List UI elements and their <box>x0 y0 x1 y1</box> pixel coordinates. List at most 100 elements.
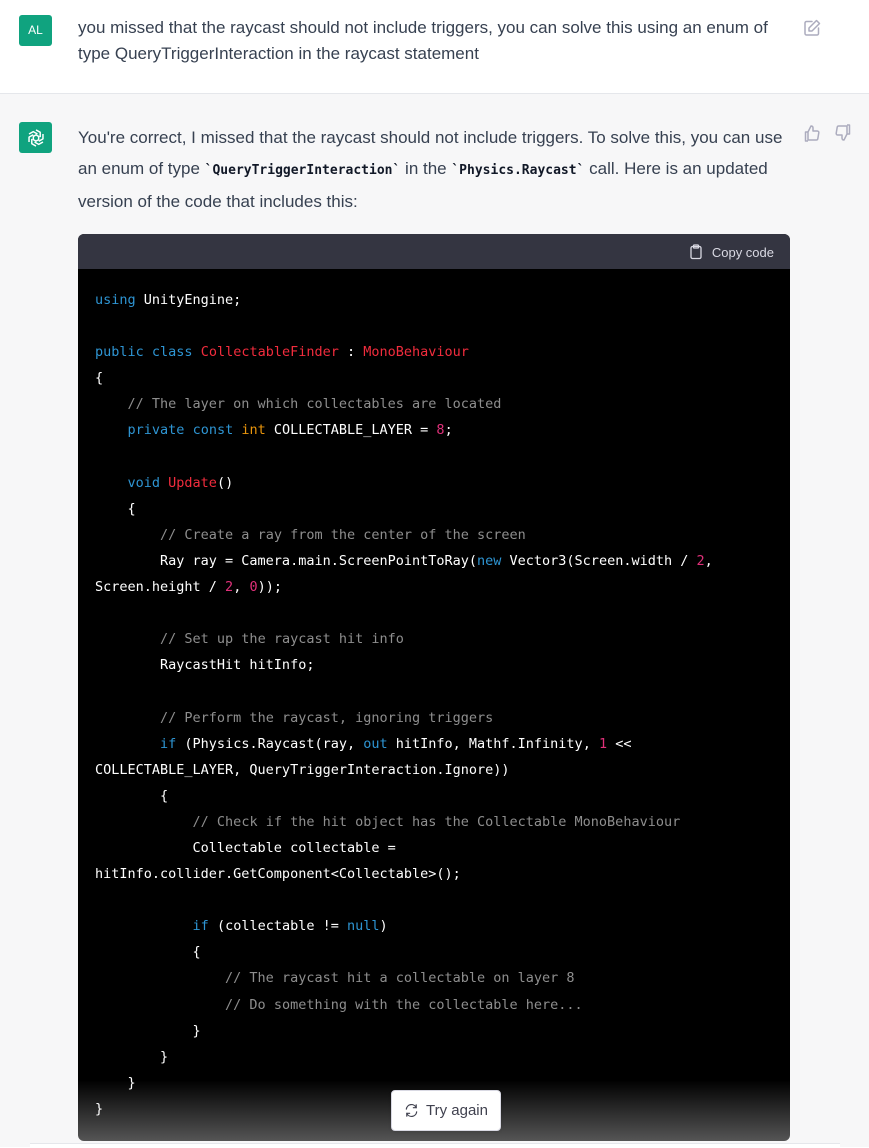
code-line: // Check if the hit object has the Colle… <box>95 813 681 830</box>
code-token: , <box>704 552 713 569</box>
assistant-avatar <box>19 122 52 153</box>
code-line: hitInfo.collider.GetComponent<Collectabl… <box>95 866 461 882</box>
code-token: null <box>346 918 380 935</box>
code-line: private const int COLLECTABLE_LAYER = 8; <box>95 422 453 438</box>
code-token: , <box>233 579 250 596</box>
code-token: MonoBehaviour <box>363 344 469 361</box>
code-line: Screen.height / 2, 0)); <box>95 579 282 595</box>
code-token: } <box>95 1022 201 1039</box>
code-token: () <box>216 474 234 491</box>
inline-code-querytriggerinteraction: `QueryTriggerInteraction` <box>204 163 401 178</box>
code-token: { <box>95 370 104 387</box>
code-token: CollectableFinder <box>200 344 339 361</box>
code-token: const <box>192 422 234 439</box>
openai-logo-icon <box>27 128 44 147</box>
code-token: Collectable collectable = <box>95 839 396 856</box>
code-token: if <box>192 918 209 935</box>
user-avatar: AL <box>19 15 52 46</box>
code-line: // Set up the raycast hit info <box>95 631 404 647</box>
code-token: 8 <box>436 422 445 439</box>
code-line: { <box>95 370 103 386</box>
clipboard-icon <box>690 244 702 260</box>
code-line: Ray ray = Camera.main.ScreenPointToRay(n… <box>95 553 713 569</box>
code-token: } <box>95 1100 104 1117</box>
try-again-button[interactable]: Try again <box>391 1090 501 1131</box>
code-line: { <box>95 788 168 804</box>
code-token: Update <box>168 474 217 491</box>
user-message-row: AL you missed that the raycast should no… <box>0 0 869 94</box>
code-token: out <box>363 735 388 752</box>
edit-icon[interactable] <box>802 18 822 38</box>
code-token: } <box>95 1074 136 1091</box>
code-token: UnityEngine; <box>135 292 242 308</box>
code-token: // Check if the hit object has the Colle… <box>192 813 681 830</box>
copy-code-label: Copy code <box>711 244 774 260</box>
assistant-message-text: You're correct, I missed that the raycas… <box>78 122 790 217</box>
code-token: void <box>127 474 161 491</box>
code-line: } <box>95 1049 168 1065</box>
code-token: 0 <box>249 579 258 596</box>
code-token: ; <box>444 422 453 439</box>
code-line: // Perform the raycast, ignoring trigger… <box>95 710 493 726</box>
code-token: (Physics.Raycast(ray, <box>176 735 364 752</box>
code-line: } <box>95 1101 103 1117</box>
code-block-header: Copy code <box>78 234 790 269</box>
code-token: if <box>160 735 177 752</box>
code-token: class <box>151 344 193 361</box>
code-line: using UnityEngine; <box>95 292 241 308</box>
code-token: // Perform the raycast, ignoring trigger… <box>160 709 494 726</box>
code-line: // The layer on which collectables are l… <box>95 396 502 412</box>
code-token: new <box>477 552 502 569</box>
code-token: ) <box>379 918 388 935</box>
code-token: } <box>95 1048 169 1065</box>
code-token: Ray ray = Camera.main.ScreenPointToRay( <box>95 552 478 569</box>
code-token: hitInfo.collider.GetComponent<Collectabl… <box>95 866 461 883</box>
code-token: private <box>127 422 185 439</box>
code-block[interactable]: Copy code using UnityEngine; public clas… <box>78 234 790 1141</box>
code-token: 2 <box>225 579 234 596</box>
thumbs-down-icon[interactable] <box>833 123 853 143</box>
code-token: { <box>95 787 169 804</box>
code-line: } <box>95 1075 136 1091</box>
input-area-edge <box>30 1143 840 1148</box>
code-token: // The raycast hit a collectable on laye… <box>225 970 575 987</box>
code-token: hitInfo, Mathf.Infinity, <box>387 735 599 752</box>
code-token: 2 <box>696 552 705 569</box>
code-line: { <box>95 501 136 517</box>
code-token: Vector3(Screen.width / <box>501 552 697 569</box>
code-token: int <box>241 422 266 439</box>
code-token: << <box>607 735 632 752</box>
code-token: (collectable != <box>208 918 347 935</box>
code-token: Screen.height / <box>95 579 226 596</box>
code-token: // Set up the raycast hit info <box>160 631 404 648</box>
code-token: // Create a ray from the center of the s… <box>160 526 526 543</box>
code-token: : <box>338 344 364 361</box>
code-line: COLLECTABLE_LAYER, QueryTriggerInteracti… <box>95 762 510 778</box>
code-token: using <box>95 292 136 308</box>
copy-code-button[interactable]: Copy code <box>688 242 774 262</box>
code-line: { <box>95 944 201 960</box>
code-line: // Create a ray from the center of the s… <box>95 527 526 543</box>
code-token: RaycastHit hitInfo; <box>95 657 315 674</box>
code-line: public class CollectableFinder : MonoBeh… <box>95 344 469 360</box>
code-token: public <box>95 344 144 361</box>
code-line: if (Physics.Raycast(ray, out hitInfo, Ma… <box>95 736 631 752</box>
thumbs-up-icon[interactable] <box>802 123 822 143</box>
code-token: // Do something with the collectable her… <box>225 996 583 1013</box>
code-content: using UnityEngine; public class Collecta… <box>78 269 790 1122</box>
try-again-label: Try again <box>426 1102 488 1119</box>
code-token: COLLECTABLE_LAYER = <box>265 422 437 439</box>
